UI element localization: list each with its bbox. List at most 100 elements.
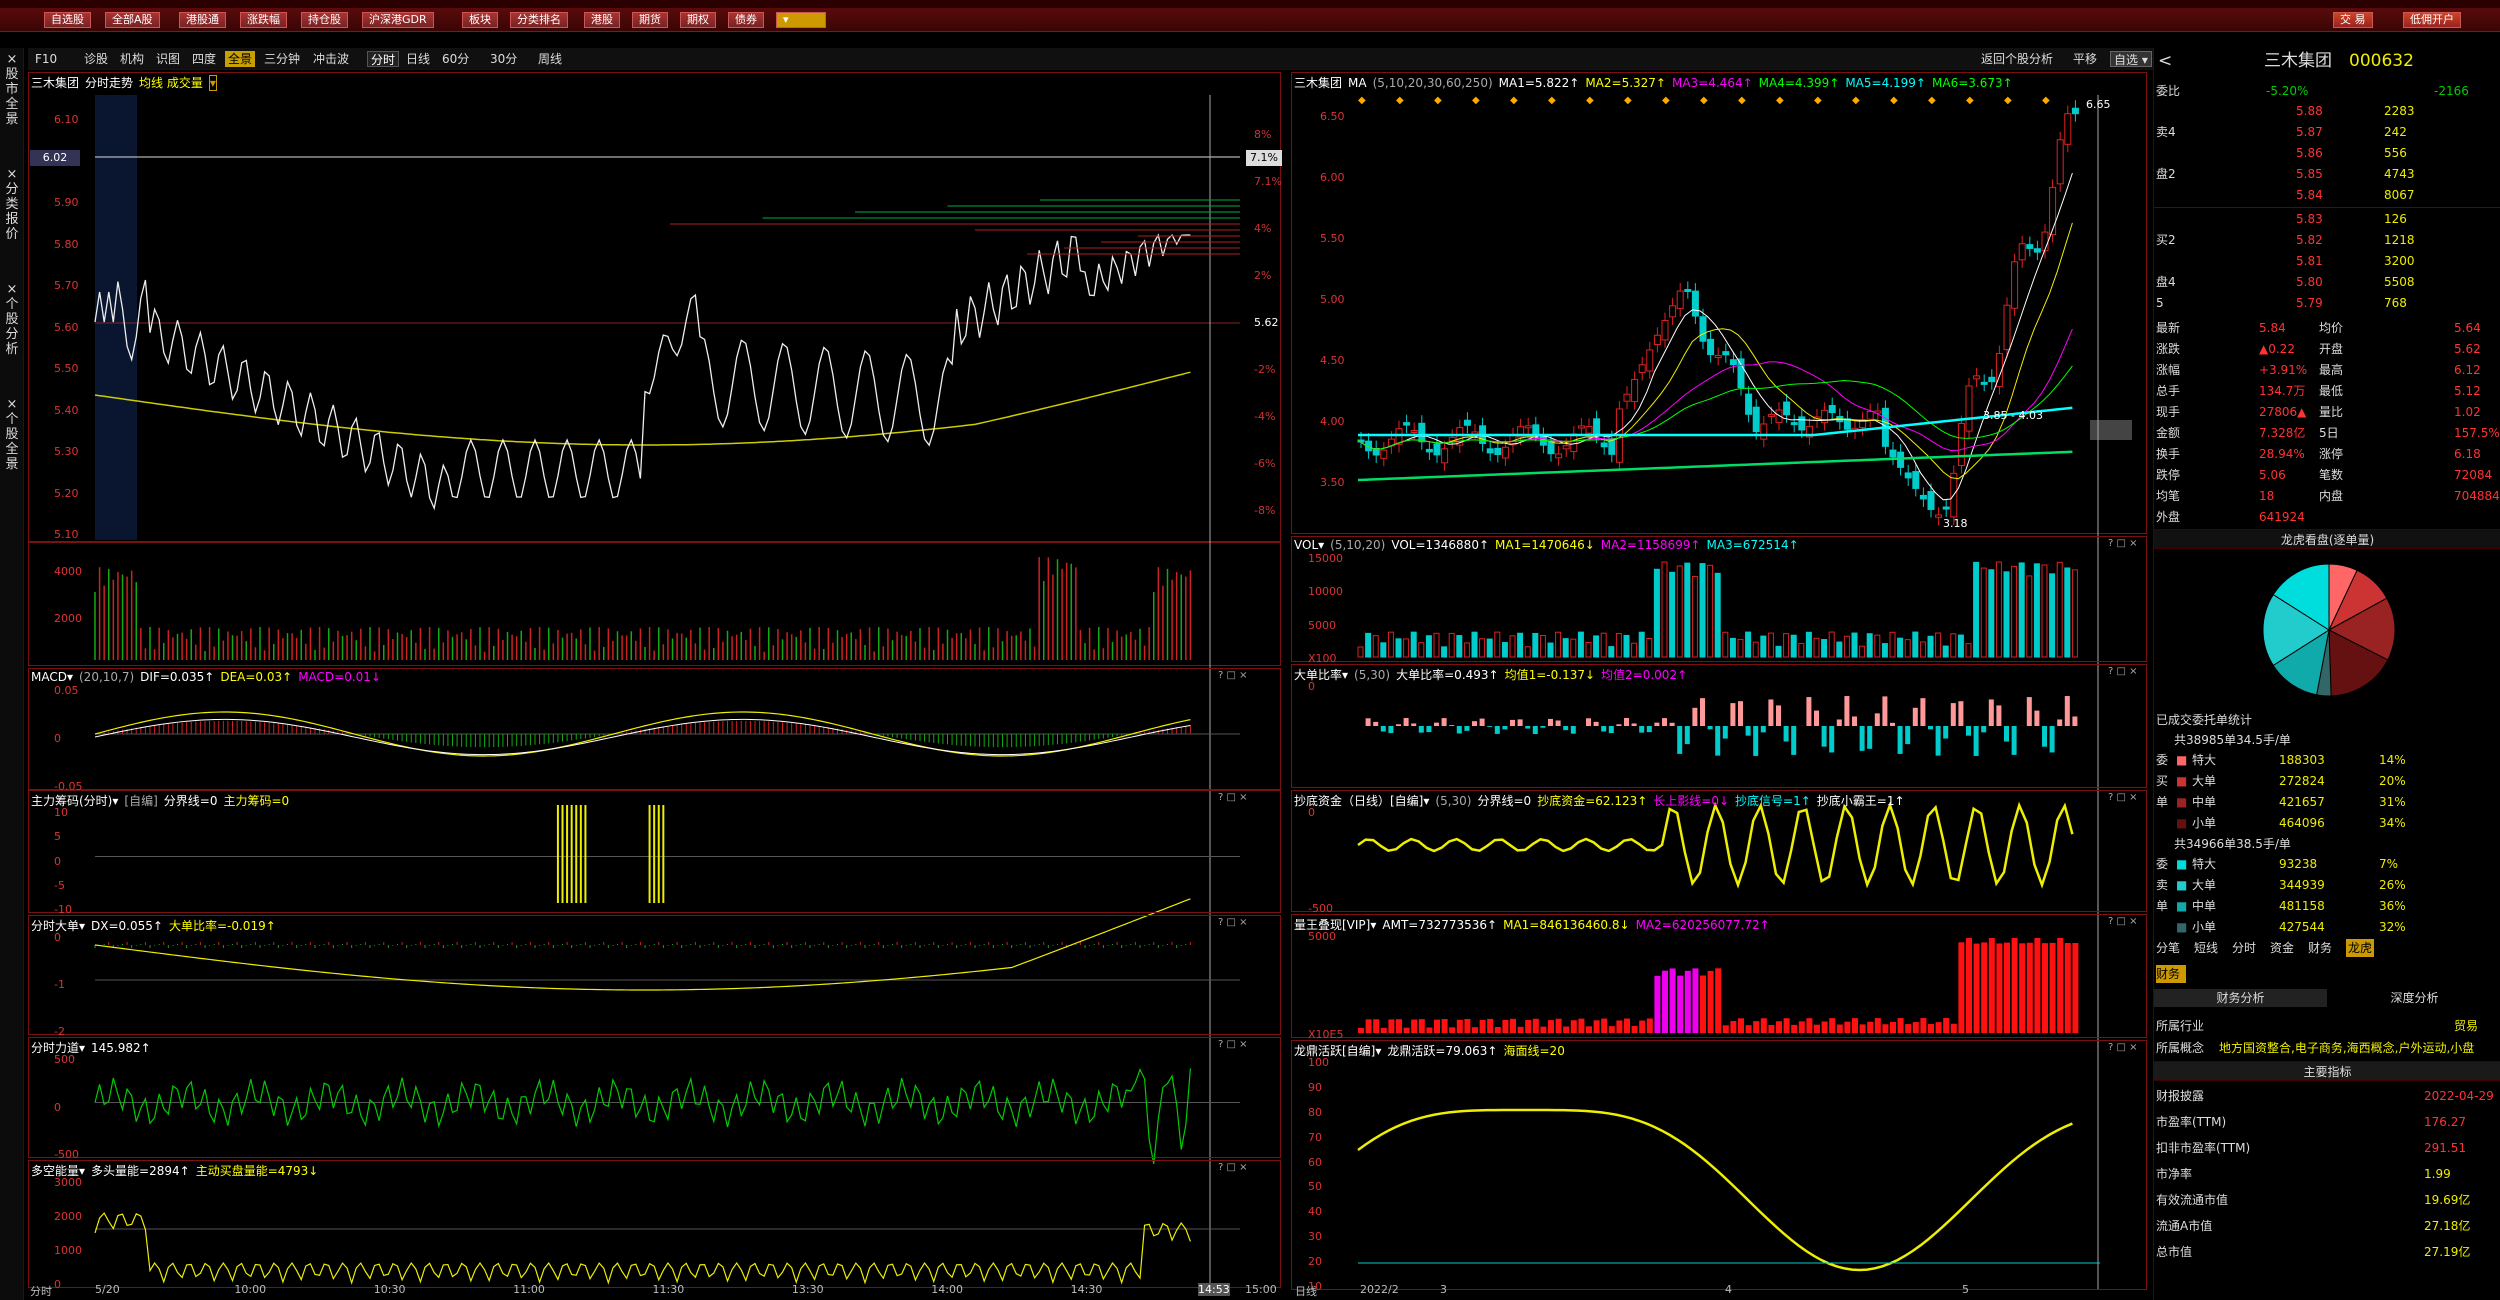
concept-value: 地方国资整合,电子商务,海西概念,户外运动,小盘	[2219, 1041, 2475, 1055]
fin-value: 2022-04-29	[2424, 1089, 2494, 1103]
quote-tab-5[interactable]: 龙虎	[2346, 939, 2375, 957]
stat-row-4: 现手 27806▲ 量比 1.02	[2154, 403, 2500, 421]
book-price: 5.83	[2296, 212, 2323, 226]
indicator-tick: 500	[54, 1053, 75, 1066]
indicator-tick: 0	[54, 931, 61, 944]
kline-indicator-panel-2[interactable]: 抄底资金（日线）[自编]▾ (5,30) 分界线=0 抄底资金=62.123↑ 长上影线…	[1291, 790, 2147, 912]
quote-tab-4[interactable]: 财务	[2308, 939, 2332, 957]
pct-tick-6: -4%	[1254, 410, 1276, 423]
candle-body	[1441, 448, 1449, 464]
stat-label: 均笔	[2156, 489, 2181, 503]
book-price: 5.85	[2296, 167, 2323, 181]
kline-indicator-tick: 40	[1308, 1205, 1322, 1219]
time-tick-8: 14:30	[1070, 1283, 1103, 1296]
close-icon[interactable]: ? □ ×	[1218, 792, 1248, 803]
candle-body	[1403, 422, 1411, 426]
candle-body	[1699, 316, 1707, 342]
order-volume: 272824	[2279, 774, 2325, 788]
quote-tab-1[interactable]: 短线	[2194, 939, 2218, 957]
fin-value: 27.18亿	[2424, 1219, 2471, 1233]
stat-value-2: 5.62	[2454, 342, 2481, 356]
close-icon[interactable]: ? □ ×	[2108, 1042, 2138, 1053]
quote-tab-0[interactable]: 分笔	[2156, 939, 2180, 957]
back-icon[interactable]: <	[2158, 50, 2172, 72]
stat-value: 28.94%	[2259, 447, 2305, 461]
sell-row-4: 5.84 8067	[2154, 186, 2500, 204]
fin-row-2: 扣非市盈率(TTM) 291.51	[2154, 1139, 2500, 1157]
candle-body	[2041, 231, 2049, 252]
indicator-tick: 2000	[54, 1210, 82, 1223]
candle-body	[1494, 447, 1502, 455]
price-line	[94, 233, 1191, 511]
indicator-name[interactable]: 主力筹码(分时)▾	[31, 794, 118, 808]
kline-x-tick-1: 2022/2	[1360, 1283, 1399, 1296]
stat-label: 涨幅	[2156, 363, 2181, 377]
quote-sidebar: < 三木集团 000632 委比 -5.20% -2166 5.88 2283 卖4 5.87 24…	[2153, 48, 2500, 1300]
indicator-panel-3[interactable]: 分时力道▾ 145.982↑	[28, 1037, 1281, 1158]
close-icon[interactable]: ? □ ×	[1218, 1039, 1248, 1050]
indicator-panel-2[interactable]: 分时大单▾ DX=0.055↑ 大单比率=-0.019↑	[28, 915, 1281, 1035]
kline-indicator-panel-1[interactable]: 大单比率▾ (5,30) 大单比率=0.493↑ 均值1=-0.137↓ 均值2=0.0…	[1291, 664, 2147, 788]
candle-body	[1623, 393, 1631, 402]
order-pct: 36%	[2379, 899, 2406, 913]
order-pct: 32%	[2379, 920, 2406, 934]
fin-tab-1[interactable]: 深度分析	[2328, 989, 2500, 1007]
order-type: 中单	[2192, 899, 2217, 913]
kline-indicator-tick: 0	[1308, 680, 1315, 693]
candle-body	[1783, 401, 1791, 416]
time-tick-4: 11:00	[513, 1283, 545, 1296]
indicator-title-0: MACD▾ (20,10,7) DIF=0.035↑ DEA=0.03↑ MACD=0.…	[31, 670, 387, 684]
kline-indicator-panel-4[interactable]: 龙鼎活跃[自编]▾ 龙鼎活跃=79.063↑ 海面线=20	[1291, 1040, 2147, 1290]
ma-line-3	[1357, 365, 2073, 450]
candle-body	[1752, 406, 1760, 433]
stat-value: 27806▲	[2259, 405, 2307, 419]
candle-body	[1524, 425, 1532, 429]
fin-tab[interactable]: 财务	[2156, 965, 2186, 983]
quote-tab-2[interactable]: 分时	[2232, 939, 2256, 957]
indicator-name[interactable]: MACD▾	[31, 670, 73, 684]
close-icon[interactable]: ? □ ×	[2108, 916, 2138, 927]
buy-row-4: 5 5.79 768	[2154, 294, 2500, 312]
indicator-panel-4[interactable]: 多空能量▾ 多头量能=2894↑ 主动买盘量能=4793↓	[28, 1160, 1281, 1288]
close-icon[interactable]: ? □ ×	[1218, 1162, 1248, 1173]
buy-order-row-0: 委 ■ 特大 188303 14%	[2154, 751, 2500, 769]
indicator-panel-0[interactable]: MACD▾ (20,10,7) DIF=0.035↑ DEA=0.03↑ MACD=0.…	[28, 668, 1281, 790]
indicator-panel-1[interactable]: 主力筹码(分时)▾ [自编] 分界线=0 主力筹码=0	[28, 790, 1281, 913]
stat-row-9: 外盘 641924	[2154, 508, 2500, 526]
candle-body	[2056, 139, 2064, 185]
stat-row-8: 均笔 18 内盘 704884	[2154, 487, 2500, 505]
buy-order-row-1: 买 ■ 大单 272824 20%	[2154, 772, 2500, 790]
kline-indicator-tick: 60	[1308, 1155, 1322, 1169]
pct-tag: 7.1%	[1246, 150, 1282, 166]
order-color: ■	[2176, 920, 2188, 934]
close-icon[interactable]: ? □ ×	[2108, 538, 2138, 549]
order-pct: 14%	[2379, 753, 2406, 767]
kline-price-tick-2: 5.50	[1320, 232, 1345, 245]
fin-label: 流通A市值	[2156, 1219, 2213, 1233]
candle-body	[1988, 376, 1996, 383]
price-tick-10: 5.10	[54, 528, 79, 541]
quote-tab-3[interactable]: 资金	[2270, 939, 2294, 957]
diamond-marker: ◆	[1624, 95, 1632, 106]
kline-indicator-panel-0[interactable]: VOL▾ (5,10,20) VOL=1346880↑ MA1=1470646↓ MA2…	[1291, 536, 2147, 662]
price-tag: 6.02	[30, 150, 80, 166]
close-icon[interactable]: ? □ ×	[1218, 670, 1248, 681]
candle-body	[1729, 359, 1737, 366]
kline-indicator-tick: 20	[1308, 1255, 1322, 1269]
kline-indicator-panel-3[interactable]: 量王叠现[VIP]▾ AMT=732773536↑ MA1=846136460.8↓…	[1291, 914, 2147, 1038]
order-color: ■	[2176, 795, 2188, 809]
stat-label: 外盘	[2156, 510, 2181, 524]
close-icon[interactable]: ? □ ×	[2108, 666, 2138, 677]
fin-tab-0[interactable]: 财务分析	[2154, 989, 2327, 1007]
kline-price-tick-1: 6.00	[1320, 171, 1345, 184]
kline-indicator-tick: 0	[1308, 806, 1315, 819]
kline-range-label: 3.85 - 4.03	[1983, 409, 2043, 422]
close-icon[interactable]: ? □ ×	[2108, 792, 2138, 803]
book-price: 5.86	[2296, 146, 2323, 160]
order-pct: 26%	[2379, 878, 2406, 892]
kline-indicator-name[interactable]: VOL▾	[1294, 538, 1324, 552]
kline-price-tick-3: 5.00	[1320, 293, 1345, 306]
close-icon[interactable]: ? □ ×	[1218, 917, 1248, 928]
candle-body	[2049, 186, 2057, 236]
kline-indicator-name[interactable]: 大单比率▾	[1294, 668, 1348, 682]
